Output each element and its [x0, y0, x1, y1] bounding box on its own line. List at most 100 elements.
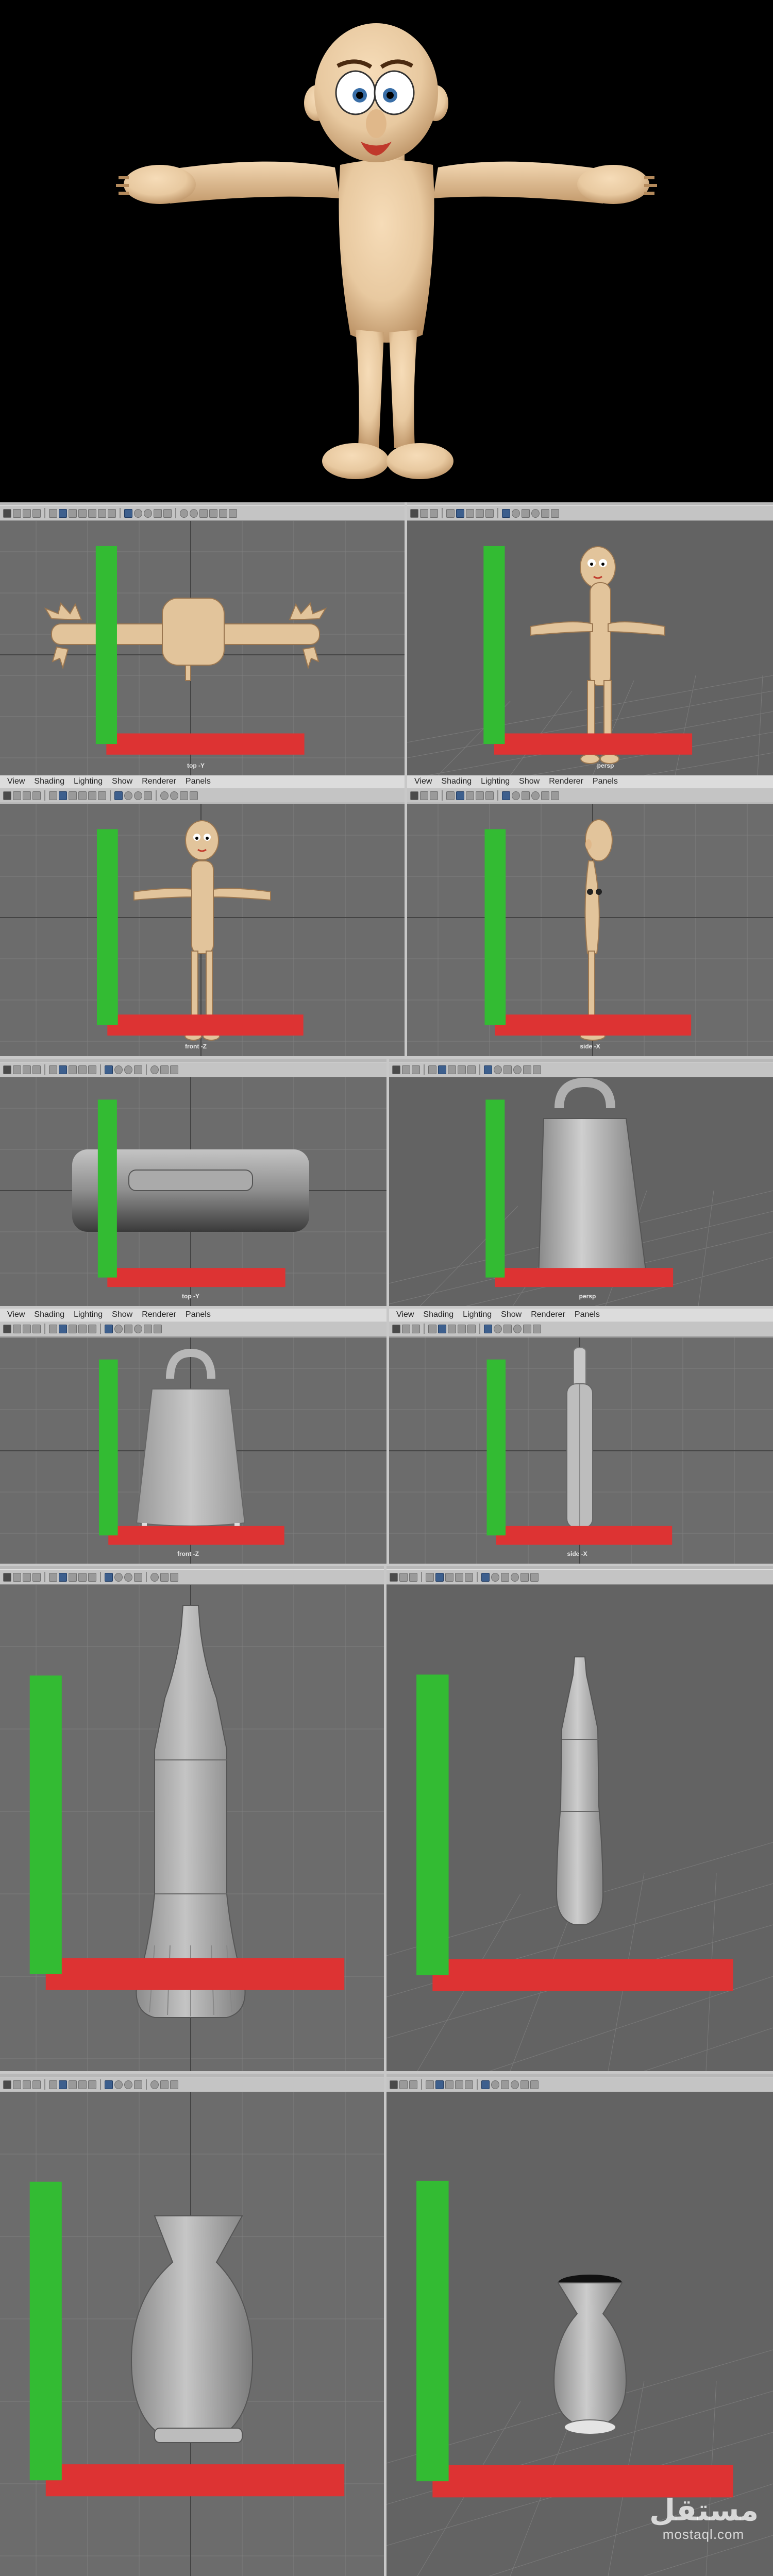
isolate-icon[interactable] [481, 1572, 490, 1582]
film-gate-icon[interactable] [134, 791, 142, 800]
resolution-gate-icon[interactable] [491, 1572, 499, 1582]
select-tool-icon[interactable] [410, 509, 418, 518]
bookmark-icon[interactable] [32, 1065, 41, 1074]
snapshot-icon[interactable] [541, 791, 549, 800]
texture-icon[interactable] [78, 791, 87, 800]
grid-icon[interactable] [428, 1324, 436, 1333]
camera-icon[interactable] [13, 791, 21, 800]
menu-show[interactable]: Show [519, 777, 540, 786]
camera-icon[interactable] [399, 2080, 408, 2089]
camera-icon[interactable] [402, 1324, 410, 1333]
viewport-canvas[interactable]: top -Y [0, 1077, 386, 1306]
menu-view[interactable]: View [414, 777, 432, 786]
snapshot-icon[interactable] [541, 509, 549, 518]
exposure-icon[interactable] [513, 1065, 522, 1074]
wireframe-icon[interactable] [59, 2080, 67, 2089]
isolate-icon[interactable] [481, 2080, 490, 2089]
hud-icon[interactable] [124, 1324, 132, 1333]
viewport-canvas[interactable]: persp [407, 521, 773, 775]
viewport-canvas[interactable]: side -X [389, 1337, 773, 1564]
smooth-shade-icon[interactable] [448, 1324, 456, 1333]
menu-renderer[interactable]: Renderer [142, 1310, 176, 1319]
isolate-icon[interactable] [124, 509, 132, 518]
viewport-persp-weight[interactable]: persp [389, 1059, 773, 1306]
playblast-icon[interactable] [219, 509, 227, 518]
smooth-shade-icon[interactable] [69, 1065, 77, 1074]
smooth-shade-icon[interactable] [445, 2080, 453, 2089]
wireframe-icon[interactable] [59, 509, 67, 518]
light-icon[interactable] [467, 1324, 476, 1333]
snapshot-icon[interactable] [523, 1324, 531, 1333]
camera-attr-icon[interactable] [23, 791, 31, 800]
resolution-gate-icon[interactable] [491, 2080, 499, 2089]
menu-renderer[interactable]: Renderer [549, 777, 583, 786]
texture-icon[interactable] [78, 2080, 87, 2089]
viewport-canvas[interactable] [0, 2092, 384, 2576]
snapshot-icon[interactable] [160, 1572, 169, 1582]
shadow-icon[interactable] [98, 791, 106, 800]
viewport-settings-icon[interactable] [229, 509, 237, 518]
camera-icon[interactable] [13, 1324, 21, 1333]
bookmark-icon[interactable] [32, 1324, 41, 1333]
viewport-settings-icon[interactable] [170, 1572, 178, 1582]
gamma-icon[interactable] [170, 791, 178, 800]
viewport-settings-icon[interactable] [170, 2080, 178, 2089]
viewport-settings-icon[interactable] [530, 1572, 539, 1582]
wireframe-icon[interactable] [456, 791, 464, 800]
snapshot-icon[interactable] [520, 2080, 529, 2089]
camera-icon[interactable] [13, 1065, 21, 1074]
viewport-canvas[interactable]: front -Z [0, 1337, 386, 1564]
viewport-top-weight[interactable]: top -Y [0, 1059, 386, 1306]
resolution-gate-icon[interactable] [134, 509, 142, 518]
light-icon[interactable] [88, 1065, 96, 1074]
isolate-icon[interactable] [114, 791, 123, 800]
exposure-icon[interactable] [150, 1572, 159, 1582]
menu-show[interactable]: Show [112, 1310, 132, 1319]
film-gate-icon[interactable] [144, 509, 152, 518]
menu-view[interactable]: View [7, 777, 25, 786]
isolate-icon[interactable] [502, 791, 510, 800]
menu-show[interactable]: Show [112, 777, 132, 786]
snapshot-icon[interactable] [160, 2080, 169, 2089]
camera-attr-icon[interactable] [412, 1324, 420, 1333]
texture-icon[interactable] [455, 1572, 463, 1582]
isolate-icon[interactable] [484, 1324, 492, 1333]
menu-shading[interactable]: Shading [34, 1310, 64, 1319]
smooth-shade-icon[interactable] [69, 2080, 77, 2089]
grid-icon[interactable] [49, 1572, 57, 1582]
isolate-icon[interactable] [502, 509, 510, 518]
camera-attr-icon[interactable] [23, 2080, 31, 2089]
hud-icon[interactable] [522, 509, 530, 518]
smooth-shade-icon[interactable] [466, 509, 474, 518]
resolution-gate-icon[interactable] [114, 1572, 123, 1582]
exposure-icon[interactable] [134, 1324, 142, 1333]
light-icon[interactable] [467, 1065, 476, 1074]
wireframe-icon[interactable] [59, 1324, 67, 1333]
menu-show[interactable]: Show [501, 1310, 522, 1319]
viewport-settings-icon[interactable] [530, 2080, 539, 2089]
hud-icon[interactable] [134, 2080, 142, 2089]
smooth-shade-icon[interactable] [445, 1572, 453, 1582]
menu-lighting[interactable]: Lighting [481, 777, 510, 786]
hud-icon[interactable] [522, 791, 530, 800]
film-gate-icon[interactable] [124, 1065, 132, 1074]
menu-view[interactable]: View [396, 1310, 414, 1319]
menu-panels[interactable]: Panels [593, 777, 618, 786]
isolate-icon[interactable] [105, 2080, 113, 2089]
texture-icon[interactable] [458, 1324, 466, 1333]
camera-icon[interactable] [420, 791, 428, 800]
wireframe-icon[interactable] [435, 2080, 444, 2089]
exposure-icon[interactable] [180, 509, 188, 518]
camera-attr-icon[interactable] [409, 2080, 417, 2089]
snapshot-icon[interactable] [144, 1324, 152, 1333]
texture-icon[interactable] [78, 1572, 87, 1582]
smooth-shade-icon[interactable] [69, 791, 77, 800]
light-icon[interactable] [465, 2080, 473, 2089]
resolution-gate-icon[interactable] [114, 1324, 123, 1333]
bookmark-icon[interactable] [32, 1572, 41, 1582]
resolution-gate-icon[interactable] [124, 791, 132, 800]
texture-icon[interactable] [458, 1065, 466, 1074]
exposure-icon[interactable] [150, 1065, 159, 1074]
viewport-settings-icon[interactable] [533, 1065, 541, 1074]
isolate-icon[interactable] [105, 1572, 113, 1582]
